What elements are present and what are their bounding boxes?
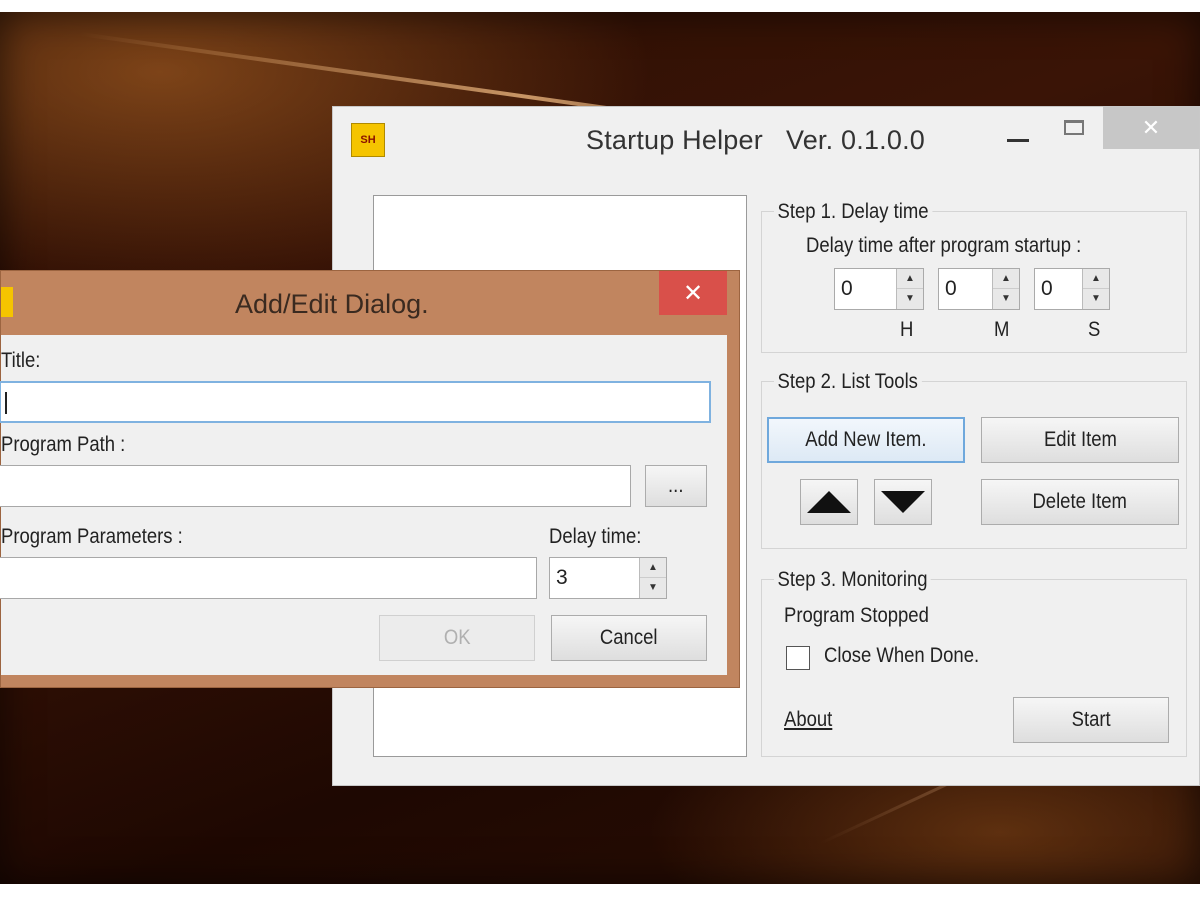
seconds-value: 0 [1041,277,1053,300]
dialog-body: Title: Program Path : ... Program Parame… [0,335,727,675]
monitoring-status: Program Stopped [784,604,929,627]
minutes-spinner[interactable]: 0 ▲ ▼ [938,268,1020,310]
seconds-up-icon[interactable]: ▲ [1083,269,1109,289]
main-titlebar[interactable]: SH Startup Helper Ver. 0.1.0.0 ✕ [333,107,1199,169]
step1-group: Step 1. Delay time Delay time after prog… [761,200,1187,353]
add-edit-dialog: Add/Edit Dialog. ✕ Title: Program Path :… [0,270,740,688]
delete-item-button[interactable]: Delete Item [981,479,1179,525]
title-field-label: Title: [1,349,41,372]
seconds-spinner[interactable]: 0 ▲ ▼ [1034,268,1110,310]
close-when-done-label[interactable]: Close When Done. [824,644,979,668]
minutes-value: 0 [945,277,957,300]
cancel-button[interactable]: Cancel [551,615,707,661]
close-icon: ✕ [1141,115,1161,140]
start-button[interactable]: Start [1013,697,1169,743]
dialog-title: Add/Edit Dialog. [235,289,429,319]
about-link[interactable]: About [784,708,832,732]
step3-title: Step 3. Monitoring [774,568,932,592]
maximize-icon [1064,119,1084,135]
browse-button[interactable]: ... [645,465,707,507]
delay-down-icon[interactable]: ▼ [640,578,666,597]
dialog-close-button[interactable]: ✕ [659,271,727,315]
hours-value: 0 [841,277,853,300]
minutes-up-icon[interactable]: ▲ [993,269,1019,289]
title-input[interactable] [0,381,711,423]
text-caret [5,392,7,414]
delay-time-label: Delay time: [549,525,642,548]
add-new-item-button[interactable]: Add New Item. [767,417,965,463]
app-logo-icon: SH [351,123,385,157]
close-button[interactable]: ✕ [1103,107,1199,149]
minimize-icon [1007,138,1029,142]
minutes-down-icon[interactable]: ▼ [993,289,1019,308]
dialog-app-icon [1,287,13,317]
delay-label: Delay time after program startup : [806,234,1082,257]
step1-title: Step 1. Delay time [774,200,933,224]
step2-title: Step 2. List Tools [774,370,922,394]
seconds-down-icon[interactable]: ▼ [1083,289,1109,308]
delay-time-spinner[interactable]: 3 ▲ ▼ [549,557,667,599]
program-parameters-input[interactable] [0,557,537,599]
maximize-button[interactable] [1055,107,1093,147]
hours-spinner[interactable]: 0 ▲ ▼ [834,268,924,310]
delay-up-icon[interactable]: ▲ [640,558,666,578]
program-path-input[interactable] [0,465,631,507]
minimize-button[interactable] [999,107,1037,147]
close-icon: ✕ [682,279,704,307]
dialog-titlebar[interactable]: Add/Edit Dialog. ✕ [1,271,739,333]
edit-item-button[interactable]: Edit Item [981,417,1179,463]
move-down-button[interactable] [874,479,932,525]
triangle-up-icon [807,491,851,513]
hours-unit-label: H [900,318,914,341]
close-when-done-checkbox[interactable] [786,646,810,670]
hours-down-icon[interactable]: ▼ [897,289,923,308]
program-path-label: Program Path : [1,433,126,456]
program-parameters-label: Program Parameters : [1,525,183,548]
triangle-down-icon [881,491,925,513]
ok-button[interactable]: OK [379,615,535,661]
minutes-unit-label: M [994,318,1010,341]
hours-up-icon[interactable]: ▲ [897,269,923,289]
delay-time-value: 3 [556,566,568,589]
window-title: Startup Helper Ver. 0.1.0.0 [586,125,926,155]
seconds-unit-label: S [1088,318,1101,341]
move-up-button[interactable] [800,479,858,525]
